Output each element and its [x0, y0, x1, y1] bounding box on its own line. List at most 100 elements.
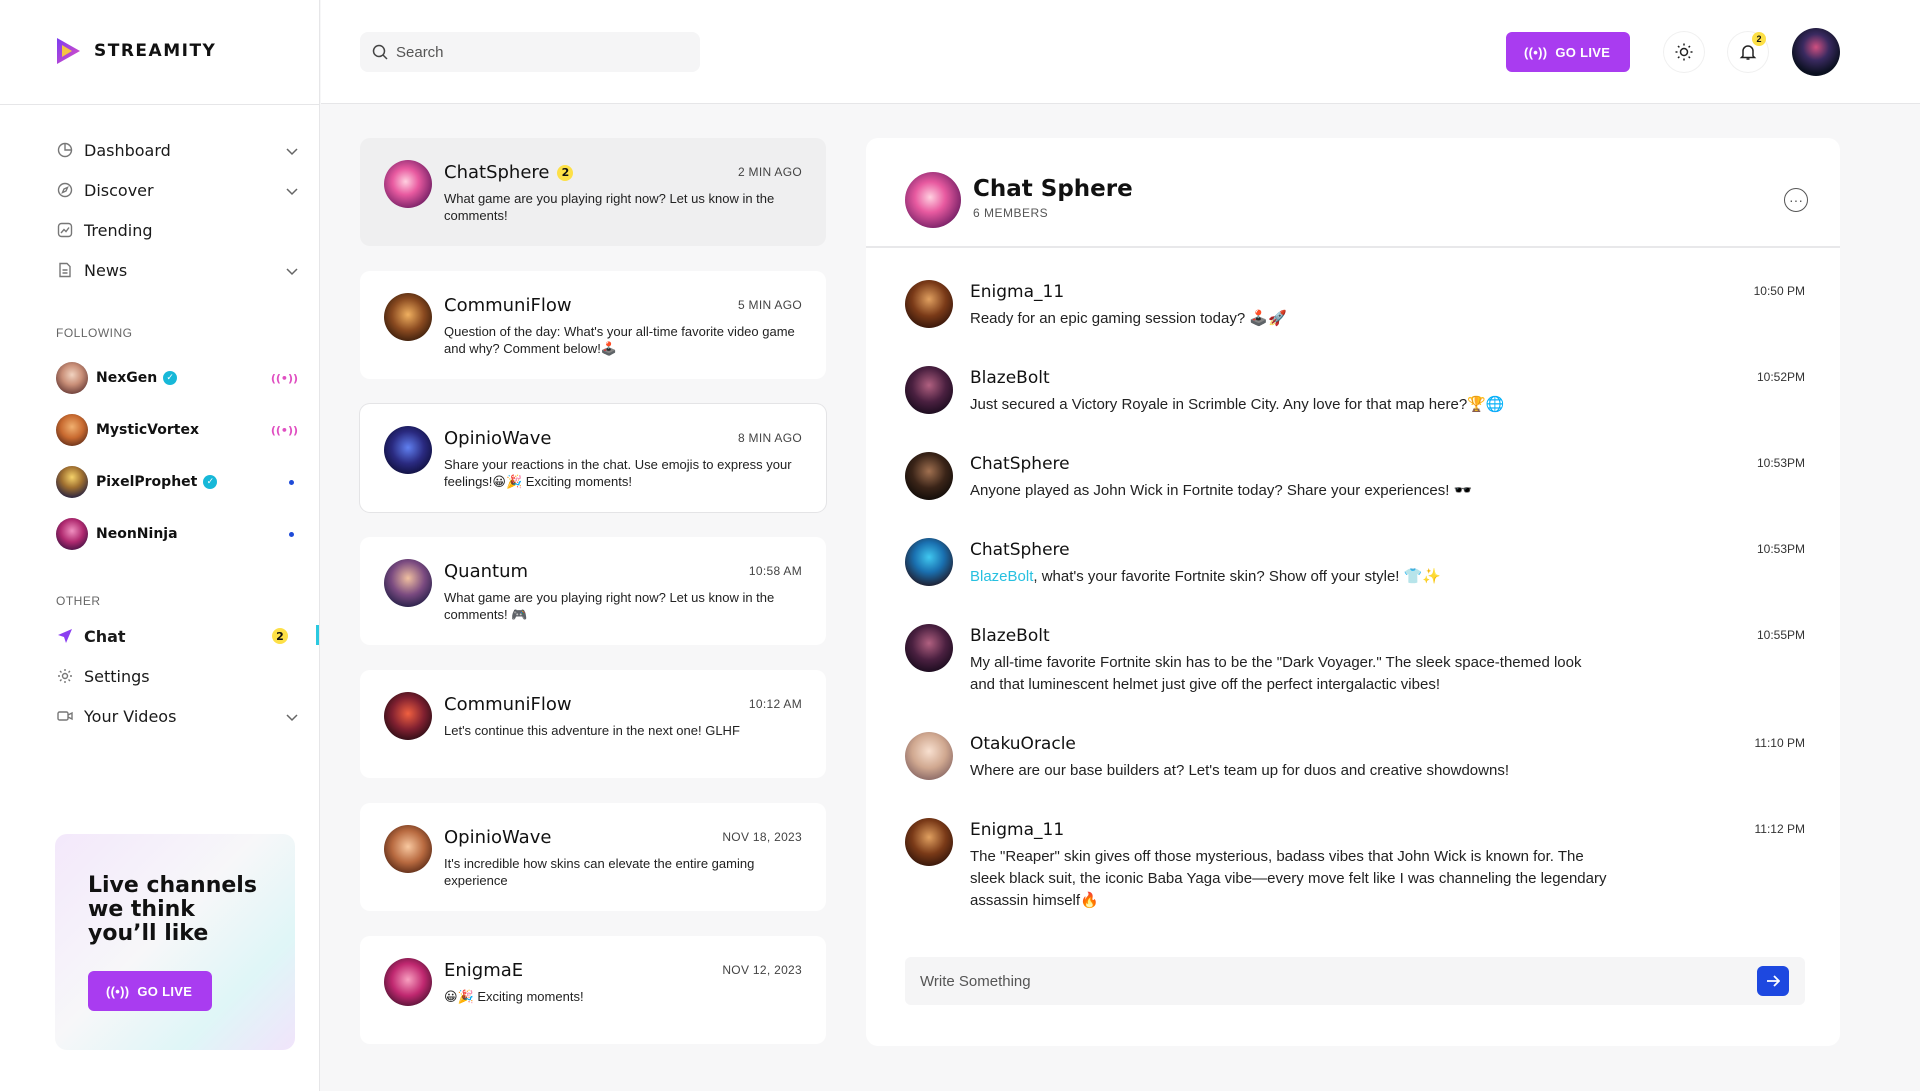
nav-item-label: Trending	[84, 220, 153, 240]
go-live-label: GO LIVE	[1555, 44, 1611, 60]
conversation-item[interactable]: ChatSphere 2 2 MIN AGO What game are you …	[360, 138, 826, 246]
following-item-nexgen[interactable]: NexGen ✓ ((•))	[56, 352, 298, 404]
conversation-item[interactable]: OpinioWave 8 MIN AGO Share your reaction…	[360, 404, 826, 512]
live-broadcast-icon: ((•))	[270, 371, 298, 385]
avatar[interactable]	[905, 624, 953, 672]
conversation-name: OpinioWave	[444, 428, 552, 449]
notification-count-badge: 2	[1752, 32, 1766, 46]
bell-icon	[1739, 45, 1757, 60]
brand-logo[interactable]: STREAMITY	[54, 36, 216, 66]
more-options-button[interactable]: ···	[1784, 188, 1808, 212]
nav-item-discover[interactable]: Discover	[56, 170, 298, 210]
nav-item-your-videos[interactable]: Your Videos	[56, 696, 298, 736]
conversation-time: 10:58 AM	[748, 564, 802, 578]
conversation-item[interactable]: CommuniFlow 10:12 AM Let's continue this…	[360, 670, 826, 778]
conversation-item[interactable]: Quantum 10:58 AM What game are you playi…	[360, 537, 826, 645]
sidebar: STREAMITY Dashboard Discover Trending Ne…	[0, 0, 320, 1091]
conversation-name: EnigmaE	[444, 960, 524, 981]
conversation-item[interactable]: EnigmaE NOV 12, 2023 😀🎉 Exciting moments…	[360, 936, 826, 1044]
conversation-time: NOV 12, 2023	[722, 963, 802, 977]
chevron-down-icon[interactable]	[286, 181, 298, 200]
conversation-preview: What game are you playing right now? Let…	[444, 590, 775, 622]
message-time: 10:53PM	[1756, 456, 1805, 470]
more-dots-icon: ···	[1789, 192, 1803, 208]
theme-toggle-button[interactable]	[1664, 32, 1704, 72]
chevron-down-icon[interactable]	[286, 707, 298, 726]
search-box[interactable]	[360, 32, 700, 72]
message-text: The "Reaper" skin gives off those myster…	[970, 848, 1607, 909]
conversation-time: 5 MIN AGO	[737, 298, 802, 312]
avatar	[384, 958, 432, 1006]
chat-member-count: 6 MEMBERS	[973, 206, 1049, 220]
message-composer	[905, 957, 1805, 1005]
chevron-down-icon[interactable]	[286, 141, 298, 160]
message-author: BlazeBolt	[970, 368, 1050, 388]
go-live-button[interactable]: ((•)) GO LIVE	[1506, 32, 1630, 72]
chat-message: BlazeBolt 10:52PM Just secured a Victory…	[905, 366, 1805, 416]
chat-message: BlazeBolt 10:55PM My all-time favorite F…	[905, 624, 1805, 696]
nav-item-label: News	[84, 260, 128, 280]
avatar	[384, 825, 432, 873]
message-author: Enigma_11	[970, 820, 1065, 840]
message-author: BlazeBolt	[970, 626, 1050, 646]
promo-go-live-button[interactable]: ((•)) GO LIVE	[88, 971, 212, 1011]
nav-item-settings[interactable]: Settings	[56, 656, 298, 696]
nav-item-news[interactable]: News	[56, 250, 298, 290]
user-avatar[interactable]	[1792, 28, 1840, 76]
avatar	[384, 559, 432, 607]
sidebar-divider	[0, 104, 320, 105]
send-button[interactable]	[1757, 966, 1789, 996]
live-broadcast-icon: ((•))	[270, 423, 298, 437]
following-list: NexGen ✓ ((•)) MysticVortex ((•)) PixelP…	[56, 352, 298, 560]
nav-item-label: Dashboard	[84, 140, 171, 160]
following-name: NeonNinja	[96, 526, 178, 542]
message-time: 11:12 PM	[1754, 822, 1805, 836]
live-broadcast-icon: ((•))	[1524, 44, 1548, 60]
avatar[interactable]	[905, 538, 953, 586]
avatar[interactable]	[905, 280, 953, 328]
avatar	[384, 160, 432, 208]
avatar	[905, 172, 961, 228]
nav-item-label: Your Videos	[84, 706, 177, 726]
search-input[interactable]	[396, 43, 676, 61]
message-author: ChatSphere	[970, 540, 1070, 560]
conversation-item[interactable]: CommuniFlow 5 MIN AGO Question of the da…	[360, 271, 826, 379]
following-item-pixelprophet[interactable]: PixelProphet ✓	[56, 456, 298, 508]
conversation-item[interactable]: OpinioWave NOV 18, 2023 It's incredible …	[360, 803, 826, 911]
send-icon	[56, 627, 74, 645]
sun-icon	[1675, 43, 1693, 61]
following-item-neonninja[interactable]: NeonNinja	[56, 508, 298, 560]
notifications-button[interactable]: 2	[1728, 32, 1768, 72]
avatar	[384, 293, 432, 341]
avatar[interactable]	[905, 732, 953, 780]
conversation-time: NOV 18, 2023	[722, 830, 802, 844]
conversation-preview: Share your reactions in the chat. Use em…	[444, 457, 792, 489]
conversation-name: ChatSphere 2	[444, 162, 574, 183]
nav-item-label: Settings	[84, 666, 150, 686]
unread-badge: 2	[557, 164, 574, 181]
nav-item-chat[interactable]: Chat 2	[56, 616, 298, 656]
conversation-preview: Let's continue this adventure in the nex…	[444, 723, 740, 738]
avatar[interactable]	[905, 452, 953, 500]
message-input[interactable]	[920, 972, 1740, 990]
avatar	[384, 692, 432, 740]
message-time: 10:55PM	[1756, 628, 1805, 642]
chat-header: Chat Sphere 6 MEMBERS ···	[866, 138, 1840, 248]
following-name: PixelProphet	[96, 474, 198, 490]
following-item-mysticvortex[interactable]: MysticVortex ((•))	[56, 404, 298, 456]
message-text: Anyone played as John Wick in Fortnite t…	[970, 482, 1473, 499]
nav-item-dashboard[interactable]: Dashboard	[56, 130, 298, 170]
chat-title: Chat Sphere	[973, 176, 1133, 202]
avatar[interactable]	[905, 366, 953, 414]
user-mention-link[interactable]: BlazeBolt	[970, 568, 1033, 585]
avatar[interactable]	[905, 818, 953, 866]
dashboard-icon	[56, 141, 74, 159]
nav-item-trending[interactable]: Trending	[56, 210, 298, 250]
chat-message: Enigma_11 11:12 PM The "Reaper" skin giv…	[905, 818, 1805, 912]
chevron-down-icon[interactable]	[286, 261, 298, 280]
search-icon	[372, 44, 388, 60]
main-nav: Dashboard Discover Trending News	[56, 130, 298, 290]
message-author: OtakuOracle	[970, 734, 1076, 754]
promo-card: Live channels we think you’ll like ((•))…	[55, 834, 295, 1050]
following-label: FOLLOWING	[56, 326, 133, 340]
